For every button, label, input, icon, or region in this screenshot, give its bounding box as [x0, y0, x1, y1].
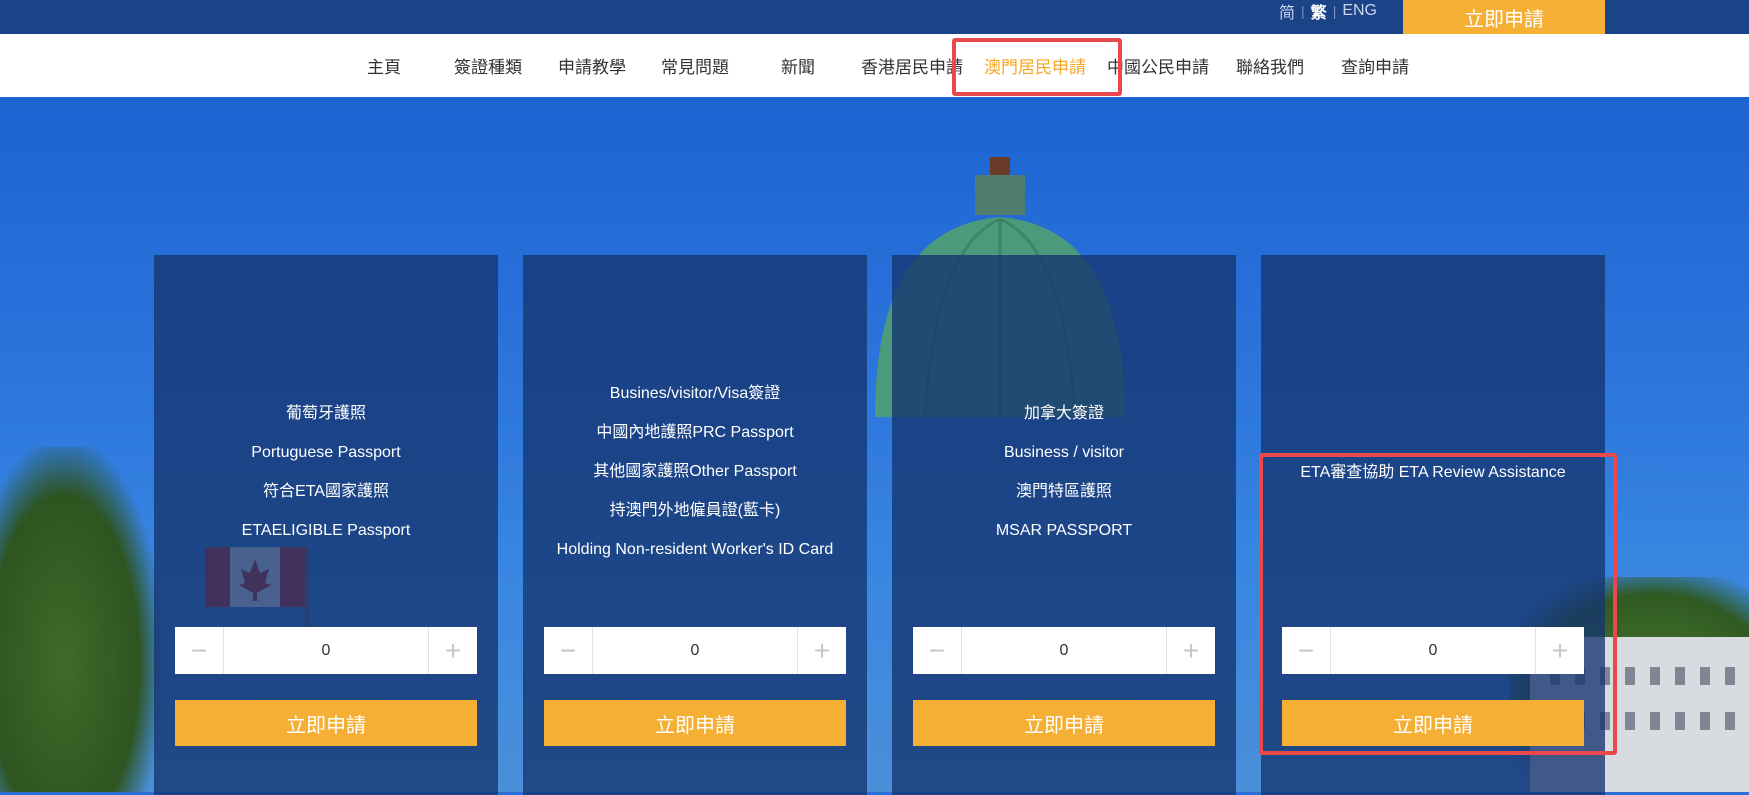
card-line: 澳門特區護照: [1015, 483, 1112, 500]
nav-item-hk-residents[interactable]: 香港居民申請: [860, 34, 964, 97]
card-line: 中國內地護照PRC Passport: [596, 424, 794, 441]
minus-button[interactable]: −: [544, 627, 592, 674]
quantity-stepper: − 0 +: [1282, 627, 1584, 674]
nav-item-faq[interactable]: 常見問題: [659, 34, 731, 97]
quantity-stepper: − 0 +: [913, 627, 1215, 674]
apply-button[interactable]: 立即申請: [544, 700, 846, 746]
quantity-input[interactable]: 0: [1330, 627, 1536, 674]
nav-item-visa-types[interactable]: 簽證種類: [452, 34, 524, 97]
quantity-input[interactable]: 0: [223, 627, 429, 674]
minus-button[interactable]: −: [1282, 627, 1330, 674]
apply-button[interactable]: 立即申請: [913, 700, 1215, 746]
quantity-stepper: − 0 +: [544, 627, 846, 674]
card-line: 其他國家護照Other Passport: [593, 463, 797, 480]
apply-button[interactable]: 立即申請: [1282, 700, 1584, 746]
plus-button[interactable]: +: [798, 627, 846, 674]
card-line: 持澳門外地僱員證(藍卡): [609, 502, 781, 519]
quantity-input[interactable]: 0: [961, 627, 1167, 674]
minus-button[interactable]: −: [913, 627, 961, 674]
top-apply-button[interactable]: 立即申請: [1403, 0, 1605, 34]
card-line: 葡萄牙護照: [285, 405, 366, 422]
visa-card-business-visitor: Busines/visitor/Visa簽證 中國內地護照PRC Passpor…: [523, 255, 867, 795]
card-line: Portuguese Passport: [251, 444, 401, 461]
minus-button[interactable]: −: [175, 627, 223, 674]
quantity-stepper: − 0 +: [175, 627, 477, 674]
lang-separator: |: [1301, 3, 1305, 19]
card-line: Holding Non-resident Worker's ID Card: [556, 541, 834, 558]
lang-simplified[interactable]: 简: [1279, 0, 1295, 23]
card-line: 符合ETA國家護照: [263, 483, 389, 500]
quantity-input[interactable]: 0: [592, 627, 798, 674]
card-line: Busines/visitor/Visa簽證: [609, 385, 781, 402]
visa-card-portuguese: 葡萄牙護照 Portuguese Passport 符合ETA國家護照 ETAE…: [154, 255, 498, 795]
trees-left: [0, 447, 160, 792]
top-bar: 简 | 繁 | ENG 立即申請: [0, 0, 1749, 34]
lang-english[interactable]: ENG: [1342, 2, 1377, 20]
visa-card-eta-review: ETA審查協助 ETA Review Assistance − 0 + 立即申請: [1261, 255, 1605, 795]
card-line: ETAELIGIBLE Passport: [241, 522, 411, 539]
language-switcher: 简 | 繁 | ENG: [1279, 0, 1377, 22]
apply-button[interactable]: 立即申請: [175, 700, 477, 746]
card-line: Business / visitor: [1003, 444, 1125, 461]
nav-item-macau-residents[interactable]: 澳門居民申請: [983, 34, 1087, 97]
nav-item-tutorial[interactable]: 申請教學: [556, 34, 628, 97]
nav-item-news[interactable]: 新聞: [770, 34, 826, 97]
lang-traditional[interactable]: 繁: [1311, 0, 1327, 23]
visa-card-msar: 加拿大簽證 Business / visitor 澳門特區護照 MSAR PAS…: [892, 255, 1236, 795]
nav-item-china-citizens[interactable]: 中國公民申請: [1106, 34, 1210, 97]
nav-item-check-application[interactable]: 查詢申請: [1337, 34, 1413, 97]
card-line: ETA審查協助 ETA Review Assistance: [1300, 464, 1566, 481]
nav-item-contact[interactable]: 聯絡我們: [1234, 34, 1306, 97]
main-nav: 主頁 簽證種類 申請教學 常見問題 新聞 香港居民申請 澳門居民申請 中國公民申…: [0, 34, 1749, 97]
plus-button[interactable]: +: [1167, 627, 1215, 674]
plus-button[interactable]: +: [1536, 627, 1584, 674]
card-line: MSAR PASSPORT: [995, 522, 1133, 539]
nav-item-home[interactable]: 主頁: [356, 34, 412, 97]
lang-separator: |: [1332, 3, 1337, 19]
card-line: 加拿大簽證: [1023, 405, 1104, 422]
plus-button[interactable]: +: [429, 627, 477, 674]
